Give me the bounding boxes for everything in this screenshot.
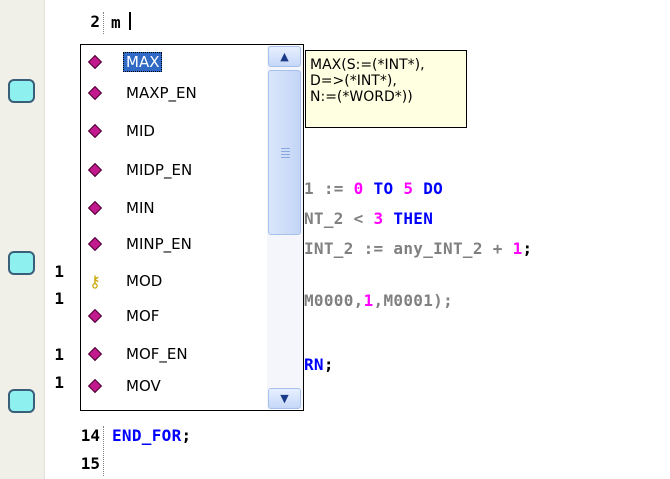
- autocomplete-item[interactable]: MAXP_EN: [85, 78, 265, 108]
- code-token: 1: [363, 291, 374, 310]
- scroll-up-button[interactable]: ▲: [268, 46, 301, 67]
- typed-text[interactable]: m: [111, 13, 121, 32]
- code-token: ;: [181, 426, 192, 445]
- autocomplete-item[interactable]: MOV: [85, 371, 265, 401]
- code-token: END_FOR: [112, 426, 182, 445]
- tooltip-line: N:=(*WORD*)): [310, 89, 413, 105]
- code-line[interactable]: M0000,1,M0001);: [304, 291, 453, 310]
- key-icon: ⚷: [89, 271, 101, 291]
- scrollbar-thumb[interactable]: [268, 70, 301, 235]
- autocomplete-item-label: MOF_EN: [126, 345, 188, 363]
- autocomplete-item[interactable]: MID: [85, 116, 265, 146]
- autocomplete-scrollbar[interactable]: ▲ ▼: [267, 46, 303, 409]
- text-cursor: [129, 12, 131, 30]
- code-token: ,M0001);: [373, 291, 454, 310]
- autocomplete-item-label: MIDP_EN: [126, 161, 193, 179]
- code-line[interactable]: END_FOR;: [112, 426, 191, 445]
- autocomplete-item[interactable]: MOF: [85, 301, 265, 331]
- autocomplete-item-label: MAXP_EN: [126, 84, 197, 102]
- autocomplete-item[interactable]: MIDP_EN: [85, 155, 265, 185]
- code-token: 0: [353, 179, 364, 198]
- code-line[interactable]: 1 := 0 TO 5 DO: [304, 179, 443, 198]
- function-diamond-icon: [85, 121, 105, 141]
- code-token: NT_2 <: [304, 209, 374, 228]
- autocomplete-item-label: MOV: [126, 377, 161, 395]
- indent-guide: [103, 12, 104, 34]
- code-token: 3: [373, 209, 384, 228]
- code-token: 5: [403, 179, 414, 198]
- autocomplete-item[interactable]: MOF_EN: [85, 339, 265, 369]
- indent-guide: [103, 426, 104, 476]
- tooltip-line: D=>(*INT*),: [310, 73, 397, 89]
- line-number: 1: [54, 262, 64, 281]
- signature-tooltip: MAX(S:=(*INT*), D=>(*INT*), N:=(*WORD*)): [305, 50, 467, 128]
- autocomplete-item-label: MID: [126, 122, 155, 140]
- code-line[interactable]: RN;: [304, 355, 334, 374]
- function-diamond-icon: [85, 376, 105, 396]
- code-token: RN: [304, 355, 324, 374]
- function-diamond-icon: [85, 234, 105, 254]
- chevron-down-icon: ▼: [280, 392, 289, 405]
- function-diamond-icon: [85, 198, 105, 218]
- breakpoint-marker[interactable]: [8, 389, 35, 413]
- breakpoint-marker[interactable]: [8, 79, 35, 103]
- scroll-down-button[interactable]: ▼: [268, 388, 301, 409]
- function-diamond-icon: [85, 306, 105, 326]
- code-token: ;: [323, 355, 334, 374]
- line-number: 1: [54, 373, 64, 392]
- function-diamond-icon: [85, 160, 105, 180]
- line-number: 1: [54, 345, 64, 364]
- code-line[interactable]: INT_2 := any_INT_2 + 1;: [304, 239, 532, 258]
- function-diamond-icon: [85, 83, 105, 103]
- chevron-up-icon: ▲: [280, 50, 289, 63]
- autocomplete-popup[interactable]: MAX MAXP_EN MID MIDP_EN MIN MINP_EN ⚷ MO…: [80, 44, 304, 411]
- autocomplete-item[interactable]: MAX: [85, 47, 265, 77]
- line-number: 15: [80, 454, 100, 473]
- code-token: 1: [512, 239, 523, 258]
- gutter-divider: [44, 0, 45, 479]
- line-number: 2: [90, 12, 100, 31]
- code-token: DO: [423, 179, 444, 198]
- line-number: 1: [54, 289, 64, 308]
- autocomplete-item-label: MINP_EN: [126, 235, 192, 253]
- code-token: 1 :=: [304, 179, 354, 198]
- code-token: ;: [522, 239, 533, 258]
- line-number: 14: [80, 426, 100, 445]
- autocomplete-item-label: MIN: [126, 199, 155, 217]
- code-token: THEN: [393, 209, 434, 228]
- code-token: TO: [373, 179, 394, 198]
- code-token: INT_2 := any_INT_2 +: [304, 239, 513, 258]
- autocomplete-item-label: MAX: [123, 52, 163, 72]
- autocomplete-item-label: MOD: [126, 272, 163, 290]
- function-diamond-icon: [85, 52, 105, 72]
- autocomplete-item[interactable]: MINP_EN: [85, 229, 265, 259]
- autocomplete-item[interactable]: MIN: [85, 193, 265, 223]
- autocomplete-item[interactable]: ⚷ MOD: [85, 266, 265, 296]
- autocomplete-item-label: MOF: [126, 307, 160, 325]
- function-diamond-icon: [85, 344, 105, 364]
- code-token: M0000,: [304, 291, 364, 310]
- code-line[interactable]: NT_2 < 3 THEN: [304, 209, 433, 228]
- tooltip-line: MAX(S:=(*INT*),: [310, 57, 425, 73]
